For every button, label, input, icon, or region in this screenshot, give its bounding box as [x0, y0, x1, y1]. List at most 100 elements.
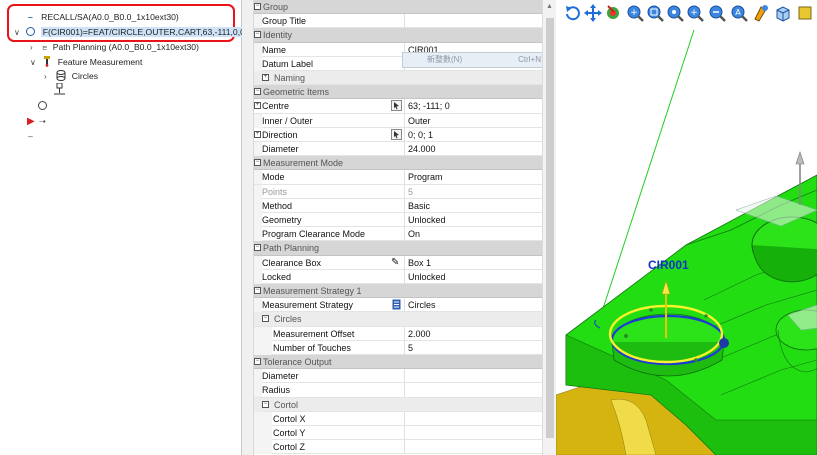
prop-group-title[interactable]: Group Title [254, 14, 542, 29]
expand-icon[interactable]: + [254, 102, 261, 110]
prop-cortol-y[interactable]: Cortol Y [254, 426, 542, 441]
tree-item-label: Path Planning (A0.0_B0.0_1x10ext30) [52, 42, 199, 52]
category-geometric-items[interactable]: − Geometric Items [254, 85, 542, 100]
arrow-icon: ⇢ [39, 117, 46, 126]
zoom-previous-icon[interactable]: A [730, 4, 748, 22]
pick-icon[interactable] [391, 100, 402, 112]
chevron-right-icon[interactable]: › [30, 41, 40, 55]
category-cortol[interactable]: − Cortol [254, 397, 542, 412]
svg-text:+: + [690, 8, 698, 18]
category-naming[interactable]: + Naming [254, 71, 542, 86]
prop-diameter[interactable]: Diameter 24.000 [254, 142, 542, 157]
highlight-icon[interactable] [752, 4, 770, 22]
prop-locked[interactable]: Locked Unlocked [254, 269, 542, 284]
collapse-icon[interactable]: − [254, 287, 261, 294]
clearance-value: Box 1 [408, 257, 432, 268]
tree-item-label: F(CIR001)=FEAT/CIRCLE,OUTER,CART,63,-111… [40, 27, 247, 37]
property-scrollbar[interactable]: ▲ [542, 0, 556, 455]
rotate-icon[interactable] [564, 4, 582, 22]
strategy-value: Circles [408, 300, 436, 311]
tree-item-circles[interactable]: › Circles [44, 69, 98, 83]
collapse-icon[interactable]: − [254, 159, 261, 167]
circle-feature-icon [26, 27, 36, 36]
collapse-icon[interactable]: − [262, 400, 269, 408]
tree-item-end[interactable]: – [28, 129, 33, 143]
scrollbar-thumb[interactable] [546, 18, 554, 438]
prop-tolerance-diameter[interactable]: Diameter [254, 369, 542, 384]
program-tree: – RECALL/SA(A0.0_B0.0_1x10ext30) ∨ F(CIR… [0, 0, 247, 455]
probe-icon [44, 56, 51, 67]
prop-cortol-z[interactable]: Cortol Z [254, 440, 542, 455]
category-measurement-strategy[interactable]: − Measurement Strategy 1 [254, 284, 542, 299]
tree-item-label: Feature Measurement [57, 57, 143, 67]
category-circles[interactable]: − Circles [254, 312, 542, 327]
zoom-window-icon[interactable] [666, 4, 684, 22]
collapse-icon[interactable]: − [254, 244, 261, 252]
view-cube-icon[interactable] [774, 4, 792, 22]
select-icon[interactable] [604, 4, 622, 22]
expand-icon[interactable]: + [262, 74, 269, 81]
zoom-all-icon[interactable] [708, 4, 726, 22]
document-icon [392, 299, 401, 310]
path-icon: ⫢ [42, 42, 48, 52]
prop-inner-outer[interactable]: Inner / Outer Outer [254, 113, 542, 128]
chevron-down-icon[interactable]: ∨ [14, 26, 24, 40]
tree-item-feature-cir001[interactable]: ∨ F(CIR001)=FEAT/CIRCLE,OUTER,CART,63,-1… [14, 25, 247, 39]
pan-icon[interactable] [584, 4, 602, 22]
collapse-icon[interactable]: − [254, 31, 261, 39]
prop-mode[interactable]: Mode Program [254, 170, 542, 185]
prop-measurement-strategy[interactable]: Measurement Strategy Circles [254, 298, 542, 313]
prop-number-of-touches[interactable]: Number of Touches 5 [254, 340, 542, 355]
prop-cortol-x[interactable]: Cortol X [254, 411, 542, 426]
scroll-up-icon[interactable]: ▲ [546, 3, 553, 10]
prop-clearance-box[interactable]: Clearance Box ✎ Box 1 [254, 255, 542, 270]
tree-item-circle[interactable] [38, 99, 47, 113]
context-menu-item-new[interactable]: 新整數(N) Ctrl+N [402, 52, 548, 68]
prop-direction[interactable]: + Direction 0; 0; 1 [254, 127, 542, 142]
prop-measurement-offset[interactable]: Measurement Offset 2.000 [254, 326, 542, 341]
chevron-right-icon[interactable]: › [44, 70, 54, 84]
tree-item-move-arrow[interactable]: ▶ ⇢ [27, 114, 46, 128]
tree-item-recall[interactable]: – RECALL/SA(A0.0_B0.0_1x10ext30) [28, 10, 179, 24]
svg-text:+: + [630, 8, 638, 18]
pick-icon[interactable] [391, 128, 402, 140]
collapse-icon[interactable]: − [254, 88, 261, 96]
view-front-icon[interactable] [796, 4, 814, 22]
panel-splitter[interactable] [242, 0, 254, 455]
direction-value: 0; 0; 1 [408, 129, 434, 140]
prop-tolerance-radius[interactable]: Radius [254, 383, 542, 398]
zoom-in-icon[interactable]: + [626, 4, 644, 22]
tree-item-path-planning[interactable]: › ⫢ Path Planning (A0.0_B0.0_1x10ext30) [30, 40, 199, 54]
prop-geometry[interactable]: Geometry Unlocked [254, 213, 542, 228]
collapse-icon[interactable]: − [254, 3, 261, 10]
pencil-icon[interactable]: ✎ [391, 256, 399, 270]
cad-viewport[interactable]: CIR001 + + A [556, 0, 817, 455]
tree-item-label: RECALL/SA(A0.0_B0.0_1x10ext30) [41, 12, 179, 22]
prop-method[interactable]: Method Basic [254, 198, 542, 213]
tree-item-label: Circles [71, 71, 99, 81]
expand-icon[interactable]: + [254, 130, 261, 138]
category-tolerance-output[interactable]: − Tolerance Output [254, 355, 542, 370]
prop-points: Points 5 [254, 184, 542, 199]
property-grid: − Group Group Title − Identity Name CIR0… [254, 0, 542, 455]
collapse-icon[interactable]: − [262, 315, 269, 323]
zoom-out-icon[interactable]: + [686, 4, 704, 22]
chevron-down-icon[interactable]: ∨ [30, 56, 40, 70]
category-measurement-mode[interactable]: − Measurement Mode [254, 156, 542, 171]
tree-item-feature-measurement[interactable]: ∨ Feature Measurement [30, 55, 142, 69]
collapse-icon[interactable]: − [254, 358, 261, 365]
zoom-fit-icon[interactable] [646, 4, 664, 22]
category-identity[interactable]: − Identity [254, 28, 542, 43]
play-arrow-icon: ▶ [27, 116, 35, 127]
feature-label[interactable]: CIR001 [648, 258, 689, 272]
prop-centre[interactable]: + Centre 63; -111; 0 [254, 99, 542, 114]
dash-icon: – [28, 131, 33, 141]
tree-item-probe-move[interactable] [54, 82, 65, 97]
category-path-planning[interactable]: − Path Planning [254, 241, 542, 256]
cad-scene [556, 29, 817, 455]
cylinder-icon [56, 70, 66, 81]
dash-icon: – [28, 12, 33, 22]
prop-program-clearance-mode[interactable]: Program Clearance Mode On [254, 227, 542, 242]
category-group[interactable]: − Group [254, 0, 542, 15]
probe-move-icon [54, 82, 65, 95]
